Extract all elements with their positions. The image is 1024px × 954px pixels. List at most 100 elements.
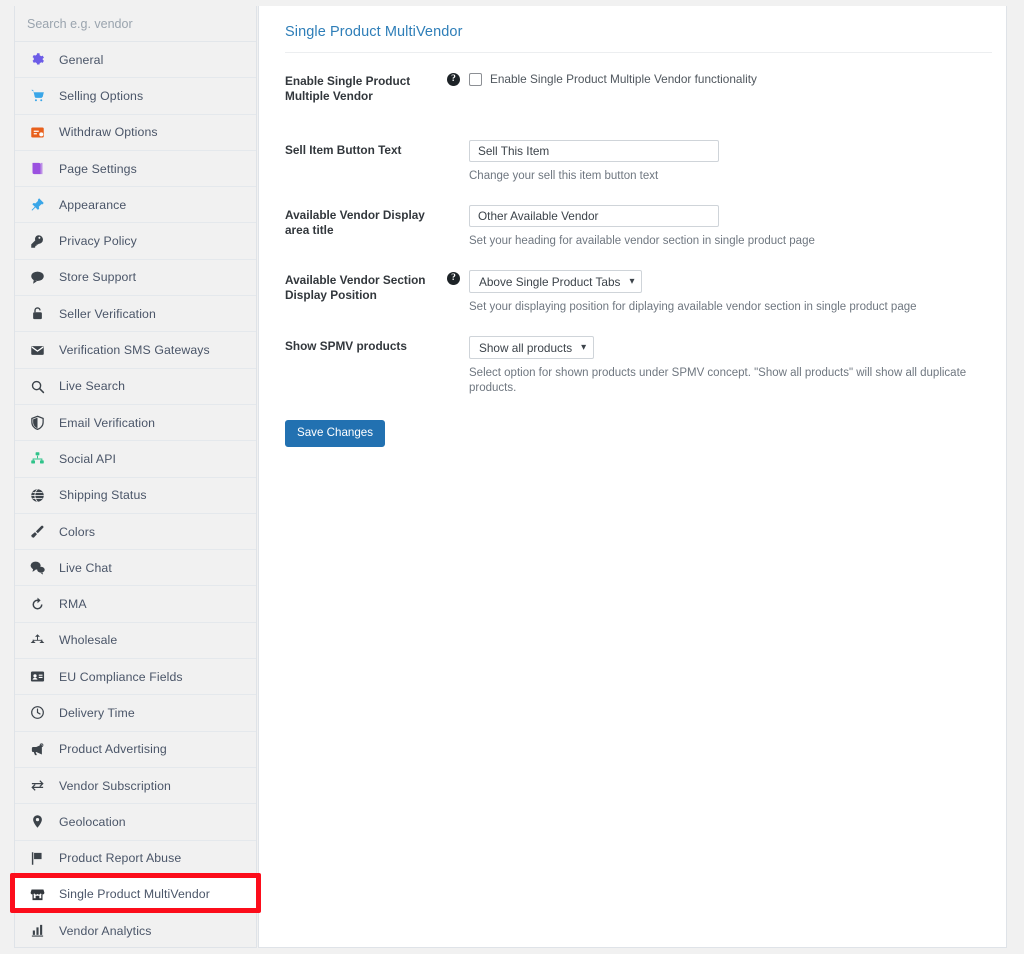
cart-icon [27, 87, 47, 105]
sidebar-item-wholesale[interactable]: Wholesale [15, 622, 256, 660]
sidebar-item-label: RMA [59, 597, 87, 612]
sidebar-item-label: Vendor Subscription [59, 778, 171, 793]
help-question-icon[interactable]: ? [447, 272, 460, 285]
sidebar-item-page-settings[interactable]: Page Settings [15, 150, 256, 188]
sell-item-button-text-input[interactable] [469, 140, 719, 162]
sidebar-item-label: EU Compliance Fields [59, 669, 183, 684]
flag-icon [27, 849, 47, 867]
save-button-row: Save Changes [259, 420, 1006, 447]
sidebar-item-label: Geolocation [59, 814, 126, 829]
sidebar-search-row[interactable] [15, 6, 256, 42]
sidebar-item-vendor-analytics[interactable]: Vendor Analytics [15, 913, 256, 947]
sidebar-item-colors[interactable]: Colors [15, 513, 256, 551]
field-row-enable-spmv: Enable Single Product Multiple Vendor ? … [259, 71, 1006, 103]
field-row-vendor-display-area-title: Available Vendor Display area title Set … [259, 205, 1006, 249]
helper-vendor-section-position: Set your displaying position for diplayi… [469, 301, 917, 313]
gear-icon [27, 51, 47, 69]
sidebar-item-social-api[interactable]: Social API [15, 441, 256, 478]
sidebar-item-seller-verification[interactable]: Seller Verification [15, 296, 256, 333]
sidebar-item-eu-compliance-fields[interactable]: EU Compliance Fields [15, 659, 256, 696]
enable-spmv-checkbox[interactable] [469, 72, 482, 86]
helper-show-spmv-products: Select option for shown products under S… [469, 367, 967, 394]
help-col-vendor-section-position: ? [447, 270, 469, 315]
sidebar-item-live-chat[interactable]: Live Chat [15, 550, 256, 587]
field-row-sell-item-button-text: Sell Item Button Text Change your sell t… [259, 140, 1006, 184]
sidebar-item-general[interactable]: General [15, 42, 256, 79]
book-icon [27, 160, 47, 178]
vendor-display-area-title-input[interactable] [469, 205, 719, 227]
chat-bubble-icon [27, 268, 47, 286]
sidebar-item-live-search[interactable]: Live Search [15, 368, 256, 405]
field-label-enable-spmv: Enable Single Product Multiple Vendor [285, 74, 411, 103]
field-row-show-spmv-products: Show SPMV products Show all products ▾ S… [259, 336, 1006, 396]
sidebar-item-store-support[interactable]: Store Support [15, 259, 256, 297]
help-question-icon[interactable]: ? [447, 73, 460, 86]
paintbrush-icon [27, 523, 47, 541]
sidebar-item-label: Delivery Time [59, 705, 135, 720]
sidebar-item-label: Live Search [59, 379, 126, 394]
sidebar-item-withdraw-options[interactable]: Withdraw Options [15, 114, 256, 151]
hierarchy-icon [27, 631, 47, 649]
help-col-sell-item-button-text [447, 140, 469, 184]
sidebar-item-email-verification[interactable]: Email Verification [15, 404, 256, 442]
sidebar-nav-list: General Selling Options Withdraw Options Pa… [15, 42, 256, 947]
megaphone-icon [27, 740, 47, 758]
save-changes-button[interactable]: Save Changes [285, 420, 386, 447]
sidebar-item-label: Withdraw Options [59, 125, 158, 140]
field-row-vendor-section-position: Available Vendor Section Display Positio… [259, 270, 1006, 315]
sidebar-item-label: Appearance [59, 197, 127, 212]
field-control-enable-spmv: Enable Single Product Multiple Vendor fu… [469, 71, 1006, 103]
sidebar-item-shipping-status[interactable]: Shipping Status [15, 477, 256, 514]
sidebar-item-product-report-abuse[interactable]: Product Report Abuse [15, 840, 256, 877]
sidebar-item-geolocation[interactable]: Geolocation [15, 804, 256, 841]
sidebar-item-product-advertising[interactable]: Product Advertising [15, 731, 256, 768]
sidebar-item-appearance[interactable]: Appearance [15, 187, 256, 224]
sidebar-item-label: Seller Verification [59, 306, 156, 321]
sidebar-item-label: Vendor Analytics [59, 923, 152, 938]
sidebar-item-label: Live Chat [59, 560, 112, 575]
vendor-section-position-select[interactable]: Above Single Product Tabs ▾ [469, 270, 643, 293]
help-col-vendor-display-area-title [447, 205, 469, 249]
helper-vendor-display-area-title: Set your heading for available vendor se… [469, 235, 815, 247]
sidebar-item-selling-options[interactable]: Selling Options [15, 78, 256, 115]
sidebar-item-label: Product Report Abuse [59, 851, 182, 866]
sidebar-item-label: Verification SMS Gateways [59, 343, 210, 358]
sidebar-item-label: Store Support [59, 270, 137, 285]
vendor-section-position-value: Above Single Product Tabs [479, 274, 621, 289]
sidebar-item-privacy-policy[interactable]: Privacy Policy [15, 223, 256, 260]
settings-content-panel: Single Product MultiVendor Enable Single… [258, 6, 1007, 948]
help-col-show-spmv-products [447, 336, 469, 396]
chat-dots-icon [27, 559, 47, 577]
field-label-sell-item-button-text: Sell Item Button Text [285, 143, 402, 157]
field-control-sell-item-button-text: Change your sell this item button text [469, 140, 1006, 184]
sidebar-item-vendor-subscription[interactable]: Vendor Subscription [15, 767, 256, 805]
store-icon [27, 885, 47, 903]
magnifier-icon [27, 377, 47, 395]
sidebar-item-rma[interactable]: RMA [15, 586, 256, 623]
sidebar-item-label: Colors [59, 524, 96, 539]
title-divider [285, 52, 992, 53]
show-spmv-products-select[interactable]: Show all products ▾ [469, 336, 595, 359]
sidebar-item-label: Email Verification [59, 415, 156, 430]
sidebar-item-label: Shipping Status [59, 488, 147, 503]
withdraw-icon [27, 123, 47, 141]
helper-sell-item-button-text: Change your sell this item button text [469, 170, 659, 182]
show-spmv-products-value: Show all products [479, 340, 573, 355]
field-label-vendor-display-area-title: Available Vendor Display area title [285, 208, 425, 237]
sidebar-item-delivery-time[interactable]: Delivery Time [15, 695, 256, 732]
help-col-enable-spmv: ? [447, 71, 469, 103]
sidebar-item-single-product-multivendor[interactable]: Single Product MultiVendor [15, 876, 256, 914]
search-input[interactable] [27, 16, 256, 31]
globe-icon [27, 486, 47, 504]
sidebar-item-verification-sms-gateways[interactable]: Verification SMS Gateways [15, 332, 256, 369]
envelope-icon [27, 341, 47, 359]
sidebar-item-label: Product Advertising [59, 742, 167, 757]
field-control-show-spmv-products: Show all products ▾ Select option for sh… [469, 336, 1006, 396]
sidebar-item-label: Single Product MultiVendor [59, 887, 210, 902]
sidebar-item-label: Page Settings [59, 161, 137, 176]
chevron-down-icon: ▾ [629, 275, 635, 287]
settings-sidebar: General Selling Options Withdraw Options Pa… [14, 6, 257, 948]
clock-icon [27, 704, 47, 722]
page-title: Single Product MultiVendor [285, 24, 463, 40]
pin-icon [27, 196, 47, 214]
